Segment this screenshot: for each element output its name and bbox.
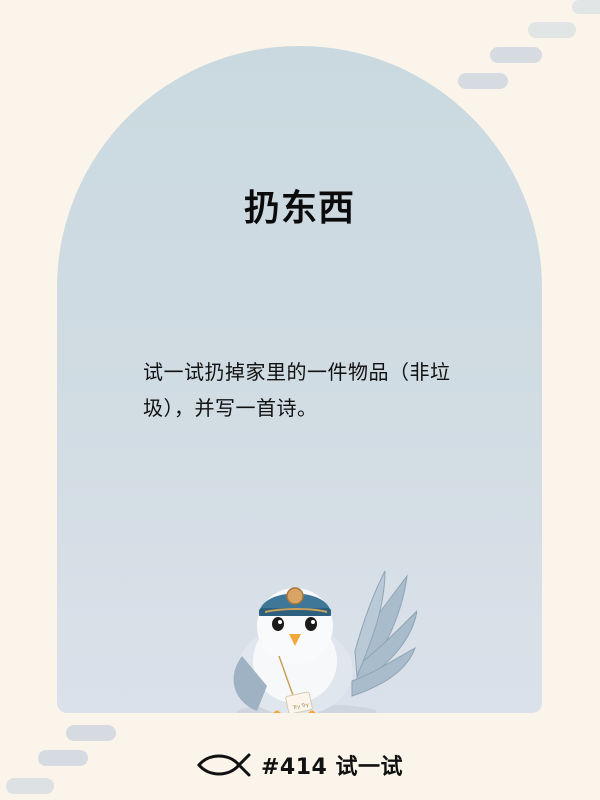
decor-cloud: [66, 725, 116, 741]
fish-icon: [197, 753, 251, 777]
decor-cloud: [458, 73, 508, 89]
footer-tag: #414 试一试: [0, 745, 600, 785]
card-title: 扔东西: [243, 188, 355, 229]
footer-tag-text: #414 试一试: [260, 755, 404, 780]
decor-cloud: [490, 47, 542, 63]
decor-cloud: [572, 0, 600, 14]
pigeon-mail-carrier-icon: Try Try: [233, 570, 417, 713]
card-prompt: 试一试扔掉家里的一件物品（非垃圾），并写一首诗。: [143, 360, 451, 420]
decor-cloud: [528, 22, 576, 38]
prompt-card: 扔东西 试一试扔掉家里的一件物品（非垃圾），并写一首诗。 Try Try: [57, 46, 542, 713]
